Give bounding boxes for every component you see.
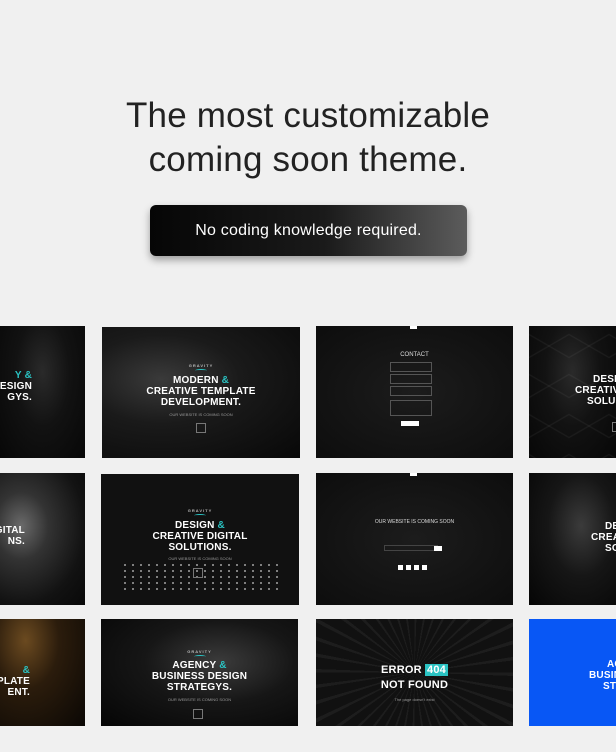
scroll-down-icon [193,568,203,578]
preview-title-line: CREAT [591,532,616,543]
error-subtitle: The page doesn't exist [394,697,435,702]
error-title: ERROR 404 NOT FOUND [316,663,513,693]
preview-title-line: CREATIVE TEMPLATE [146,386,256,397]
theme-preview-agency-business[interactable]: GRAVITY AGENCY & BUSINESS DESIGN STRATEG… [101,619,298,726]
preview-title-line: SO [605,543,616,554]
preview-subtitle: OUR WEBSITE IS COMING SOON [168,556,232,561]
theme-preview-r2c3[interactable]: DE CREAT SO [529,473,616,605]
theme-preview-contact[interactable]: CONTACT [316,326,513,458]
preview-title: DE CREAT SO [571,521,616,554]
theme-preview-r3c3[interactable]: AG BUSIN STR [529,619,616,726]
scroll-down-icon [612,422,616,432]
theme-preview-modern-creative[interactable]: GRAVITY MODERN & CREATIVE TEMPLATE DEVEL… [102,327,300,458]
preview-title-line: STRATEGYS. [166,682,233,693]
preview-title-line: SOLU [587,396,616,407]
theme-preview-r1c0[interactable]: Y & DESIGN GYS. [0,326,85,458]
headline-line-1: The most customizable [125,96,491,135]
preview-title: Y & DESIGN GYS. [0,370,32,403]
preview-title-line: PLATE [0,676,30,687]
preview-title: AGENCY & BUSINESS DESIGN STRATEGYS. [101,660,298,693]
error-code: 404 [425,664,448,676]
ampersand: & [221,375,230,386]
preview-title-line: & [22,665,30,676]
preview-title-line: Y & [14,370,32,381]
headline-line-2: coming soon theme. [148,140,468,179]
preview-subtitle: OUR WEBSITE IS COMING SOON [167,697,232,702]
scroll-down-icon [193,709,203,719]
preview-title-line: DESI [593,374,616,385]
coming-soon-heading: OUR WEBSITE IS COMING SOON [374,519,455,525]
theme-preview-design-creative[interactable]: GRAVITY DESIGN & CREATIVE DIGITAL SOLUTI… [101,474,299,605]
preview-title-line: NS. [7,536,25,547]
contact-message-field [390,400,432,416]
subscribe-button [434,546,442,551]
preview-subtitle: OUR WEBSITE IS COMING SOON [169,412,233,417]
preview-title: MODERN & CREATIVE TEMPLATE DEVELOPMENT. [102,375,300,408]
preview-title-line: CREATIVE [575,385,616,396]
preview-title-line: AG [607,659,616,670]
preview-title-line: MODERN [172,375,219,386]
preview-title: GITAL NS. [0,525,25,547]
preview-title-line: DESIGN [175,520,215,531]
ampersand: & [219,660,227,671]
preview-title-line: AGENCY [172,660,217,671]
no-coding-button[interactable]: No coding knowledge required. [150,205,467,256]
preview-title: DESIGN & CREATIVE DIGITAL SOLUTIONS. [101,520,299,553]
not-found-label: NOT FOUND [380,679,449,691]
contact-name-field [390,362,432,372]
preview-title-line: STR [603,681,616,692]
theme-preview-r2c0[interactable]: GITAL NS. [0,473,85,605]
preview-title-line: DESIGN [0,381,32,392]
contact-subject-field [390,386,432,396]
contact-send-button [401,421,419,426]
gravity-logo: GRAVITY [102,363,300,372]
preview-title-line: BUSIN [589,670,616,681]
scroll-down-icon [196,423,206,433]
top-notch [410,326,417,329]
preview-title-line: DEVELOPMENT. [160,397,242,408]
preview-title-line: CREATIVE DIGITAL [152,531,248,542]
preview-title: & PLATE ENT. [0,665,30,698]
top-notch [410,473,417,476]
newsletter-field [384,545,438,551]
theme-preview-r1c3[interactable]: DESI CREATIVE SOLU [529,326,616,458]
hero-headline: The most customizable coming soon theme. [0,94,616,182]
gravity-logo: GRAVITY [101,508,299,517]
theme-preview-r3c0[interactable]: & PLATE ENT. [0,619,85,726]
error-label: ERROR [381,664,422,676]
gravity-logo: GRAVITY [101,649,298,658]
theme-preview-coming-soon[interactable]: OUR WEBSITE IS COMING SOON [316,473,513,605]
preview-title-line: GYS. [7,392,32,403]
social-icons [398,557,430,575]
contact-email-field [390,374,432,384]
preview-title-line: ENT. [7,687,30,698]
ampersand: & [217,520,225,531]
preview-title: DESI CREATIVE SOLU [571,374,616,407]
preview-title-line: DE [605,521,616,532]
preview-title-line: SOLUTIONS. [168,542,232,553]
theme-preview-error-404[interactable]: ERROR 404 NOT FOUND The page doesn't exi… [316,619,513,726]
preview-title: AG BUSIN STR [571,659,616,692]
preview-title-line: BUSINESS DESIGN [151,671,248,682]
contact-heading: CONTACT [400,352,429,358]
preview-title-line: GITAL [0,525,25,536]
